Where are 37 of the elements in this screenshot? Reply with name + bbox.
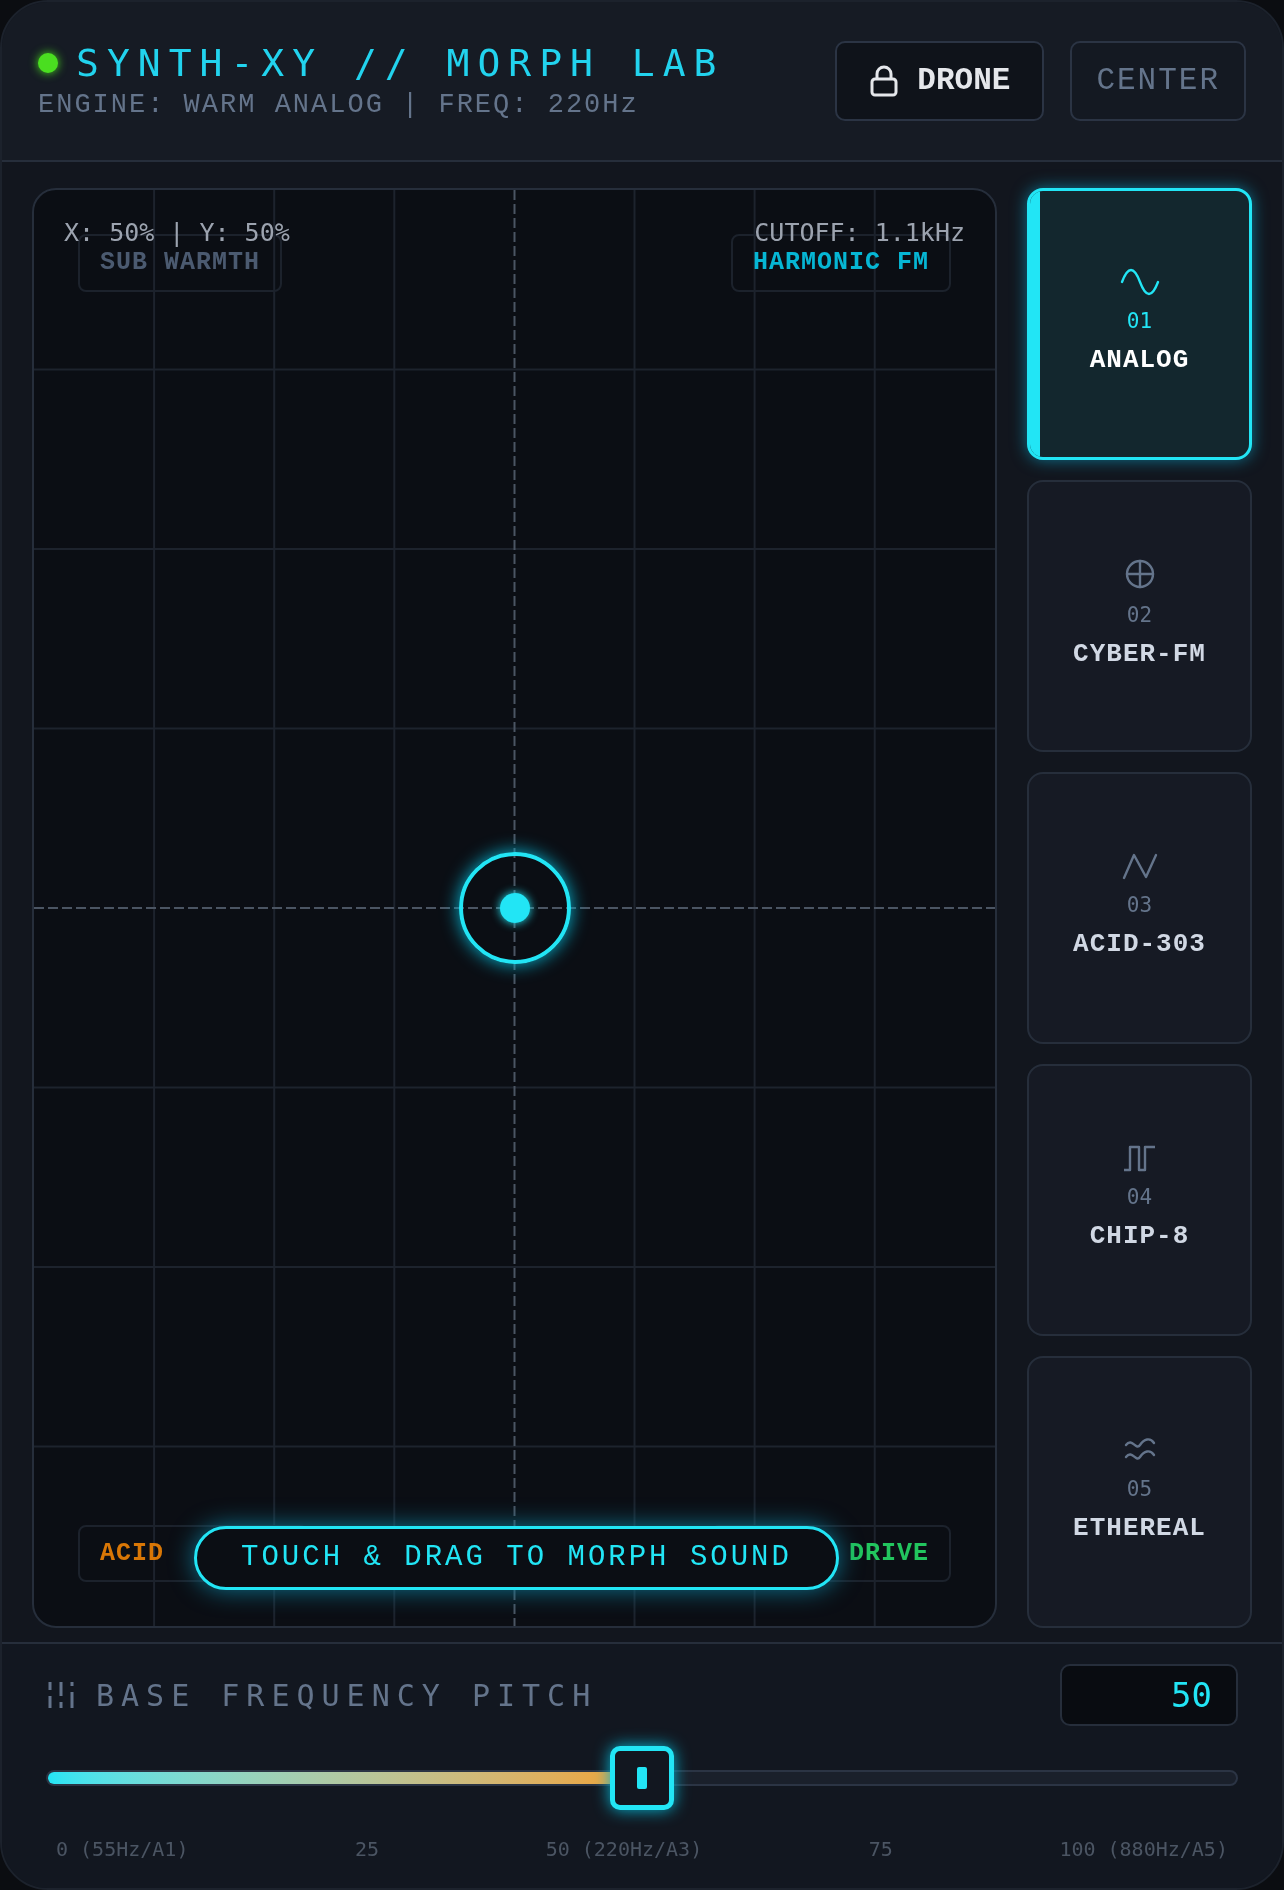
mode-card[interactable]: 03 ACID-303 bbox=[1027, 772, 1252, 1044]
mode-number: 01 bbox=[1126, 307, 1153, 335]
center-button[interactable]: CENTER bbox=[1070, 41, 1246, 121]
pitch-slider-thumb[interactable] bbox=[610, 1746, 674, 1810]
slider-tick-label: 100 (880Hz/A5) bbox=[1059, 1836, 1228, 1863]
drag-hint: TOUCH & DRAG TO MORPH SOUND bbox=[194, 1526, 839, 1590]
sliders-icon bbox=[46, 1680, 76, 1710]
lock-icon bbox=[869, 64, 900, 98]
thumb-grip-icon bbox=[637, 1767, 647, 1789]
mode-number: 05 bbox=[1126, 1475, 1153, 1503]
mode-name: ACID-303 bbox=[1073, 928, 1206, 962]
mode-name: CYBER-FM bbox=[1073, 638, 1206, 672]
pitch-value-field[interactable]: 50 bbox=[1060, 1664, 1238, 1726]
mode-card[interactable]: 02 CYBER-FM bbox=[1027, 480, 1252, 752]
mode-number: 04 bbox=[1126, 1183, 1153, 1211]
app-title: SYNTH-XY // MORPH LAB bbox=[76, 43, 725, 82]
mode-number: 02 bbox=[1126, 601, 1153, 629]
zigzag-wave-icon bbox=[1121, 851, 1158, 880]
xy-puck[interactable] bbox=[459, 852, 571, 964]
mode-card[interactable]: 01 ANALOG bbox=[1027, 188, 1252, 460]
sine-wave-icon bbox=[1119, 267, 1160, 296]
slider-tick-label: 25 bbox=[355, 1836, 380, 1863]
mode-card[interactable]: 05 ETHEREAL bbox=[1027, 1356, 1252, 1628]
mode-name: ETHEREAL bbox=[1073, 1512, 1206, 1546]
drone-lock-button[interactable]: DRONE bbox=[835, 41, 1045, 121]
square-wave-icon bbox=[1122, 1143, 1157, 1172]
mode-card[interactable]: 04 CHIP-8 bbox=[1027, 1064, 1252, 1336]
crosshair-circle-icon bbox=[1123, 557, 1156, 590]
mode-name: ANALOG bbox=[1089, 344, 1190, 378]
mode-number: 03 bbox=[1126, 891, 1153, 919]
engine-status: ENGINE: WARM ANALOG | FREQ: 220Hz bbox=[38, 91, 640, 119]
slider-tick-label: 75 bbox=[868, 1836, 893, 1863]
pitch-slider[interactable] bbox=[46, 1746, 1238, 1810]
slider-tick-label: 50 (220Hz/A3) bbox=[545, 1836, 703, 1863]
pitch-label: BASE FREQUENCY PITCH bbox=[96, 1676, 598, 1715]
slider-tick-label: 0 (55Hz/A1) bbox=[56, 1836, 189, 1863]
mode-name: CHIP-8 bbox=[1089, 1220, 1190, 1254]
